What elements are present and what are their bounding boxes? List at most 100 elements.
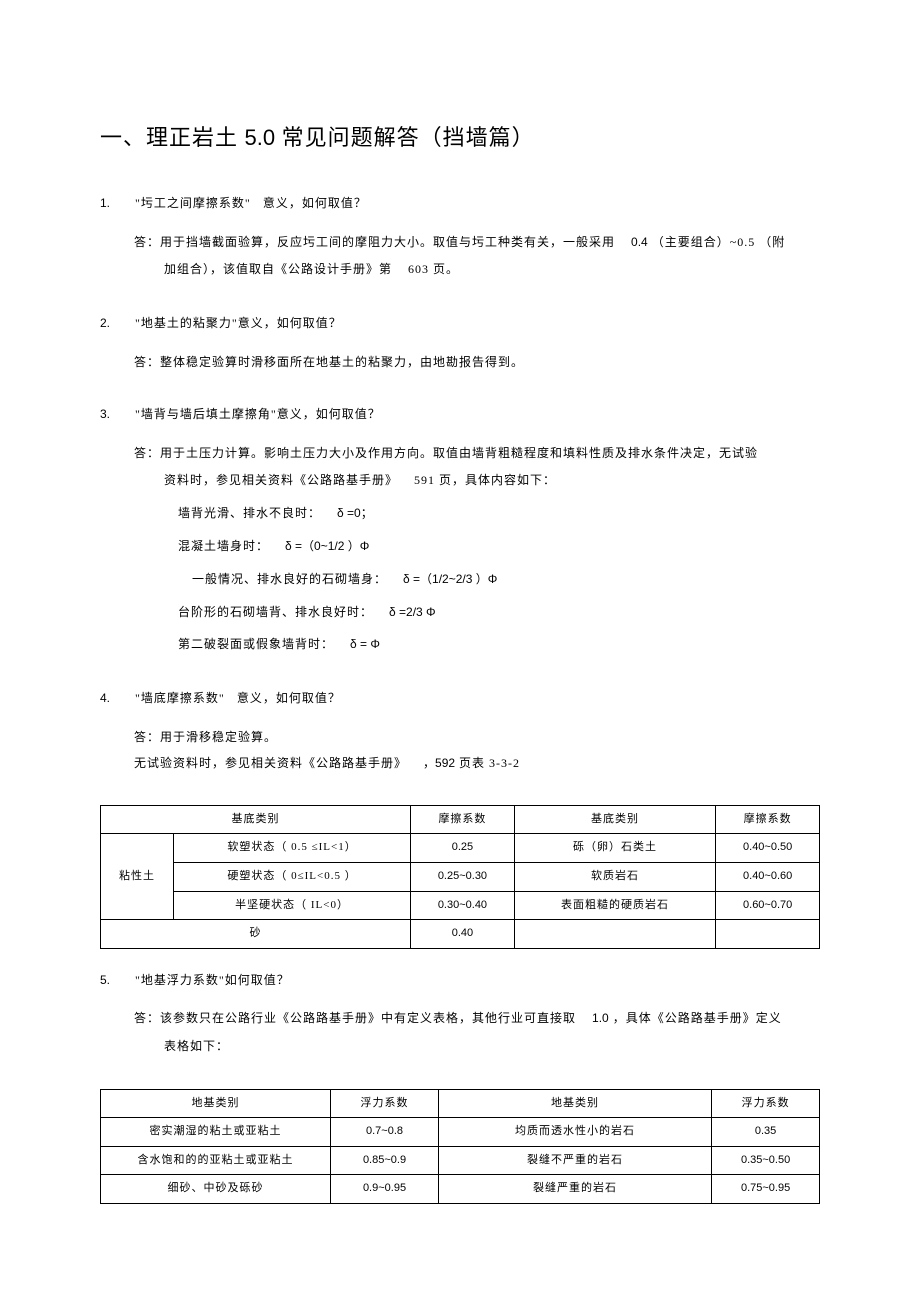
table-cell: 裂缝不严重的岩石 <box>438 1146 711 1175</box>
table-cell: 均质而透水性小的岩石 <box>438 1118 711 1147</box>
answer-text: 答：用于挡墙截面验算，反应圬工间的摩阻力大小。取值与圬工种类有关，一般采用 <box>134 235 615 249</box>
question-number: 4. <box>100 687 132 710</box>
answer-text: 答：整体稳定验算时滑移面所在地基土的粘聚力，由地勘报告得到。 <box>134 355 524 369</box>
answer-text: ，具体《公路路基手册》定义 <box>613 1011 782 1025</box>
table-cell: 0.9~0.95 <box>331 1175 439 1204</box>
table-cell: 0.40~0.60 <box>716 862 820 891</box>
formula-value: δ =（1/2~2/3 ）Φ <box>403 572 497 586</box>
answer-text: （主要组合）~0.5 <box>652 235 756 249</box>
table-header: 地基类别 <box>101 1089 331 1118</box>
table-row: 砂 0.40 <box>101 920 820 949</box>
answer-text: 加组合），该值取自《公路设计手册》第 <box>164 262 392 276</box>
table-cell: 砾（卵）石类土 <box>514 834 716 863</box>
title-version: 5.0 <box>245 125 276 150</box>
question-number: 1. <box>100 192 132 215</box>
question-title: "墙背与墙后填土摩擦角"意义，如何取值？ <box>135 407 381 421</box>
formula-line: 混凝土墙身时： δ =（0~1/2 ）Φ <box>100 532 820 561</box>
question-line: 2. "地基土的粘聚力"意义，如何取值？ <box>100 312 820 335</box>
answer-value: 0.4 <box>631 235 648 249</box>
friction-coefficient-table: 基底类别 摩擦系数 基底类别 摩擦系数 粘性土 软塑状态（ 0.5 ≤IL<1）… <box>100 805 820 949</box>
answer-line: 资料时，参见相关资料《公路路基手册》 591 页，具体内容如下： <box>100 466 820 495</box>
table-cell: 表面粗糙的硬质岩石 <box>514 891 716 920</box>
table-cell: 0.40 <box>411 920 515 949</box>
answer-line: 表格如下： <box>100 1032 820 1061</box>
formula-line: 台阶形的石砌墙背、排水良好时： δ =2/3 Φ <box>100 598 820 627</box>
table-cell: 0.60~0.70 <box>716 891 820 920</box>
table-header: 基底类别 <box>514 805 716 834</box>
table-cell: 细砂、中砂及砾砂 <box>101 1175 331 1204</box>
formula-line: 一般情况、排水良好的石砌墙身： δ =（1/2~2/3 ）Φ <box>100 565 820 594</box>
question-title: "圬工之间摩擦系数" <box>135 196 251 210</box>
formula-value: δ =2/3 Φ <box>389 605 436 619</box>
answer-text: 答：该参数只在公路行业《公路路基手册》中有定义表格，其他行业可直接取 <box>134 1011 576 1025</box>
question-line: 1. "圬工之间摩擦系数" 意义，如何取值？ <box>100 192 820 215</box>
table-cell: 硬塑状态（ 0≤IL<0.5 ） <box>174 862 411 891</box>
question-line: 4. "墙底摩擦系数" 意义，如何取值？ <box>100 687 820 710</box>
table-row: 细砂、中砂及砾砂 0.9~0.95 裂缝严重的岩石 0.75~0.95 <box>101 1175 820 1204</box>
question-number: 3. <box>100 403 132 426</box>
table-cell: 0.25 <box>411 834 515 863</box>
answer-text: 答：用于土压力计算。影响土压力大小及作用方向。取值由墙背粗糙程度和填料性质及排水… <box>134 446 758 460</box>
faq-item-1: 1. "圬工之间摩擦系数" 意义，如何取值？ 答：用于挡墙截面验算，反应圬工间的… <box>100 192 820 284</box>
table-cell: 半坚硬状态（ IL<0） <box>174 891 411 920</box>
title-pre: 一、理正岩土 <box>100 125 238 150</box>
table-cell: 0.35~0.50 <box>712 1146 820 1175</box>
question-title: "地基土的粘聚力"意义，如何取值？ <box>135 316 342 330</box>
formula-value: δ =0； <box>337 506 373 520</box>
document-title: 一、理正岩土 5.0 常见问题解答（挡墙篇） <box>100 120 820 152</box>
table-cell: 0.25~0.30 <box>411 862 515 891</box>
formula-label: 一般情况、排水良好的石砌墙身： <box>192 572 387 586</box>
question-line: 5. "地基浮力系数"如何取值？ <box>100 969 820 992</box>
table-row: 半坚硬状态（ IL<0） 0.30~0.40 表面粗糙的硬质岩石 0.60~0.… <box>101 891 820 920</box>
formula-label: 第二破裂面或假象墙背时： <box>178 637 334 651</box>
formula-value: δ =（0~1/2 ）Φ <box>285 539 369 553</box>
answer-text: 表格如下： <box>164 1039 229 1053</box>
question-title-post: 意义，如何取值？ <box>237 691 341 705</box>
table-header: 浮力系数 <box>331 1089 439 1118</box>
buoyancy-coefficient-table: 地基类别 浮力系数 地基类别 浮力系数 密实潮湿的粘土或亚粘土 0.7~0.8 … <box>100 1089 820 1204</box>
formula-value: δ = Φ <box>350 637 380 651</box>
table-cell: 0.7~0.8 <box>331 1118 439 1147</box>
title-post: 常见问题解答（挡墙篇） <box>282 125 535 150</box>
document-page: 一、理正岩土 5.0 常见问题解答（挡墙篇） 1. "圬工之间摩擦系数" 意义，… <box>0 0 920 1303</box>
table-row: 密实潮湿的粘土或亚粘土 0.7~0.8 均质而透水性小的岩石 0.35 <box>101 1118 820 1147</box>
table-cell: 0.75~0.95 <box>712 1175 820 1204</box>
table-cell: 0.30~0.40 <box>411 891 515 920</box>
table-cell: 0.40~0.50 <box>716 834 820 863</box>
question-line: 3. "墙背与墙后填土摩擦角"意义，如何取值？ <box>100 403 820 426</box>
question-title-post: 意义，如何取值？ <box>263 196 367 210</box>
answer-line: 答：用于滑移稳定验算。 <box>100 724 820 750</box>
table-header: 摩擦系数 <box>716 805 820 834</box>
answer-value: 1.0 <box>592 1011 609 1025</box>
table-row: 含水饱和的的亚粘土或亚粘土 0.85~0.9 裂缝不严重的岩石 0.35~0.5… <box>101 1146 820 1175</box>
table-rowhead: 粘性土 <box>101 834 174 920</box>
answer-value: ，592 <box>423 756 455 770</box>
table-header: 摩擦系数 <box>411 805 515 834</box>
answer-text: 答：用于滑移稳定验算。 <box>134 730 277 744</box>
table-cell: 含水饱和的的亚粘土或亚粘土 <box>101 1146 331 1175</box>
formula-label: 混凝土墙身时： <box>178 539 269 553</box>
answer-text: （附 <box>759 235 785 249</box>
faq-item-2: 2. "地基土的粘聚力"意义，如何取值？ 答：整体稳定验算时滑移面所在地基土的粘… <box>100 312 820 375</box>
answer-text: 页。 <box>433 262 459 276</box>
table-cell: 0.85~0.9 <box>331 1146 439 1175</box>
table-row: 硬塑状态（ 0≤IL<0.5 ） 0.25~0.30 软质岩石 0.40~0.6… <box>101 862 820 891</box>
question-number: 2. <box>100 312 132 335</box>
question-title: "墙底摩擦系数" <box>135 691 225 705</box>
table-cell: 裂缝严重的岩石 <box>438 1175 711 1204</box>
table-row: 粘性土 软塑状态（ 0.5 ≤IL<1） 0.25 砾（卵）石类土 0.40~0… <box>101 834 820 863</box>
answer-text: 无试验资料时，参见相关资料《公路路基手册》 <box>134 756 407 770</box>
table-cell: 0.35 <box>712 1118 820 1147</box>
faq-item-4: 4. "墙底摩擦系数" 意义，如何取值？ 答：用于滑移稳定验算。 无试验资料时，… <box>100 687 820 777</box>
table-cell <box>716 920 820 949</box>
answer-text: 页，具体内容如下： <box>439 473 556 487</box>
table-header-row: 地基类别 浮力系数 地基类别 浮力系数 <box>101 1089 820 1118</box>
answer-line: 答：用于挡墙截面验算，反应圬工间的摩阻力大小。取值与圬工种类有关，一般采用 0.… <box>100 229 820 255</box>
answer-line: 无试验资料时，参见相关资料《公路路基手册》 ，592 页表 3-3-2 <box>100 750 820 776</box>
faq-item-5: 5. "地基浮力系数"如何取值？ 答：该参数只在公路行业《公路路基手册》中有定义… <box>100 969 820 1061</box>
answer-value: 591 <box>414 473 435 487</box>
table-cell: 砂 <box>101 920 411 949</box>
formula-label: 台阶形的石砌墙背、排水良好时： <box>178 605 373 619</box>
answer-text: 页表 3-3-2 <box>459 756 520 770</box>
answer-text: 资料时，参见相关资料《公路路基手册》 <box>164 473 398 487</box>
